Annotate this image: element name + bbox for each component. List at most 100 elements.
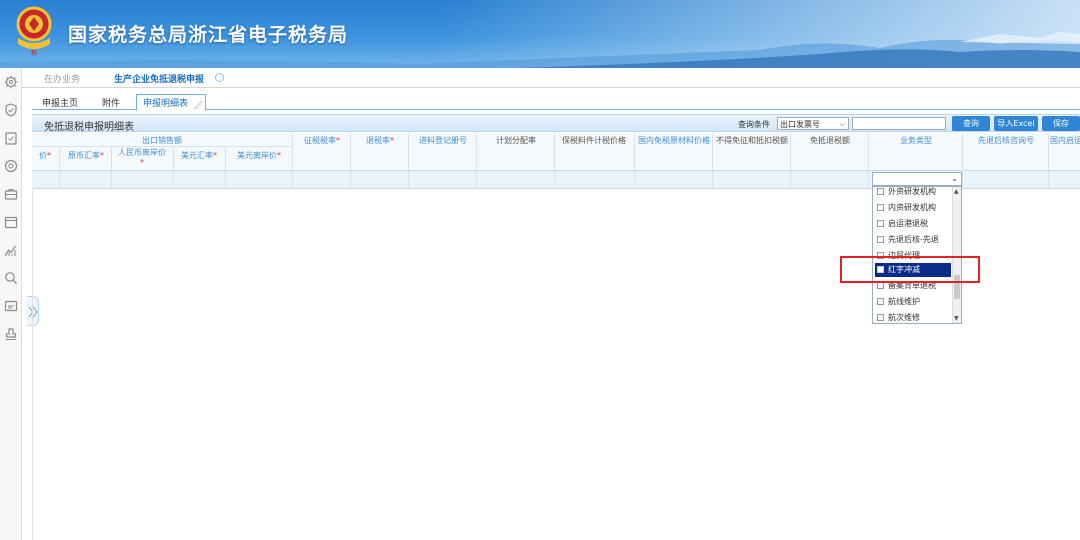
- cell-divider: [408, 171, 409, 189]
- highlight-box: [840, 256, 980, 283]
- col-domestic-material: 国内免税原材料价格: [638, 136, 710, 145]
- content-divider: [32, 190, 33, 540]
- dropdown-scrollbar[interactable]: ▲ ▼: [952, 187, 961, 323]
- cell-divider: [1048, 171, 1049, 189]
- tab-close-icon[interactable]: [215, 73, 224, 82]
- double-chevron-right-icon: [28, 306, 38, 318]
- col-bonded-price: 保税料件计税价格: [562, 136, 626, 145]
- cell-divider: [59, 171, 60, 189]
- cell-divider: [173, 171, 174, 189]
- import-excel-button[interactable]: 导入Excel: [994, 116, 1038, 131]
- col-price: 价*: [39, 151, 51, 160]
- col-usd-price: 美元离岸价*: [237, 151, 281, 160]
- checkbox-icon[interactable]: [877, 298, 884, 305]
- cell-divider: [790, 171, 791, 189]
- list-item[interactable]: 航次维修: [877, 311, 949, 325]
- cell-divider: [350, 171, 351, 189]
- col-no-credit: 不得免征和抵扣税额: [716, 136, 788, 145]
- col-divider: [225, 146, 226, 171]
- panel-title: 免抵退税申报明细表: [44, 122, 134, 133]
- col-divider: [350, 133, 351, 171]
- sidebar-expand-handle[interactable]: [27, 296, 39, 326]
- query-condition-value: 出口发票号: [780, 120, 820, 129]
- biz-type-select[interactable]: ⌄: [872, 172, 962, 186]
- chevron-down-icon: ⌵: [839, 120, 845, 128]
- resize-icon: [194, 101, 202, 109]
- stamp-icon[interactable]: [3, 326, 19, 342]
- header-divider: [32, 146, 292, 147]
- list-item[interactable]: 内资研发机构: [877, 201, 949, 215]
- col-alloc-rate: 计划分配率: [496, 136, 536, 145]
- query-condition-label: 查询条件: [738, 120, 770, 129]
- scroll-up-icon[interactable]: ▲: [954, 188, 959, 195]
- search-icon[interactable]: [3, 270, 19, 286]
- list-item[interactable]: 启运港退税: [877, 217, 949, 231]
- col-divider: [634, 133, 635, 171]
- top-tab-bar: 在办业务 生产企业免抵退税申报: [22, 68, 1080, 88]
- list-item[interactable]: 先退后核-先退: [877, 233, 949, 247]
- inbox-icon[interactable]: [3, 298, 19, 314]
- col-divider: [111, 146, 112, 171]
- tab-export-refund-declaration[interactable]: 生产企业免抵退税申报: [114, 72, 204, 85]
- col-divider: [554, 133, 555, 171]
- tab-pending-business[interactable]: 在办业务: [44, 72, 80, 85]
- chart-icon[interactable]: [3, 242, 19, 258]
- col-material-no: 进料登记册号: [419, 136, 467, 145]
- col-group-export-sales: 出口销售额: [142, 136, 182, 145]
- col-refund-rate: 退税率*: [366, 136, 394, 145]
- cell-divider: [111, 171, 112, 189]
- cell-divider: [225, 171, 226, 189]
- checkbox-icon[interactable]: [877, 204, 884, 211]
- col-usd-rate: 美元汇率*: [181, 151, 217, 160]
- col-divider: [962, 133, 963, 171]
- grid-column-headers: 出口销售额 价* 原币汇率* 人民币离岸价 * 美元汇率* 美元离岸价* 征税税率…: [32, 133, 1080, 171]
- col-divider: [476, 133, 477, 171]
- col-divider: [59, 146, 60, 171]
- tab-attachment[interactable]: 附件: [96, 95, 126, 110]
- calendar-icon[interactable]: [3, 214, 19, 230]
- grid-panel-header: 免抵退税申报明细表 查询条件 出口发票号 ⌵ 查询 导入Excel 保存: [32, 114, 1080, 133]
- query-condition-select[interactable]: 出口发票号 ⌵: [777, 117, 849, 130]
- cell-divider: [868, 171, 869, 189]
- sub-tab-bar: 申报主页 附件 申报明细表: [32, 92, 1080, 111]
- biz-type-dropdown-list: 外资研发机构 内资研发机构 启运港退税 先退后核-先退 边贸代理 红字冲减 备案…: [872, 186, 962, 324]
- checkbox-icon[interactable]: [877, 236, 884, 243]
- checkbox-icon[interactable]: [877, 314, 884, 321]
- cell-divider: [476, 171, 477, 189]
- chevron-down-icon: ⌄: [951, 174, 958, 183]
- checkbox-icon[interactable]: [877, 188, 884, 195]
- col-divider: [868, 133, 869, 171]
- col-domestic-start: 国内启运: [1050, 136, 1080, 145]
- col-divider: [712, 133, 713, 171]
- tab-detail-sheet[interactable]: 申报明细表: [136, 94, 206, 111]
- col-biz-type: 业务类型: [900, 136, 932, 145]
- settings-circle-icon[interactable]: [3, 158, 19, 174]
- query-input[interactable]: [852, 117, 946, 130]
- checkbox-icon[interactable]: [877, 220, 884, 227]
- list-item[interactable]: 航线维护: [877, 295, 949, 309]
- clipboard-check-icon[interactable]: [3, 130, 19, 146]
- cell-divider: [554, 171, 555, 189]
- checkbox-icon[interactable]: [877, 282, 884, 289]
- scroll-down-icon[interactable]: ▼: [954, 315, 959, 322]
- gear-icon[interactable]: [3, 74, 19, 90]
- app-header: 税 国家税务总局浙江省电子税务局: [0, 0, 1080, 68]
- save-button[interactable]: 保存: [1042, 116, 1080, 131]
- cell-divider: [962, 171, 963, 189]
- col-divider: [408, 133, 409, 171]
- col-exempt-refund: 免抵退税额: [810, 136, 850, 145]
- briefcase-icon[interactable]: [3, 186, 19, 202]
- tab-detail-sheet-label: 申报明细表: [143, 99, 189, 109]
- cell-divider: [292, 171, 293, 189]
- col-divider: [173, 146, 174, 171]
- list-item[interactable]: 外资研发机构: [877, 185, 949, 199]
- col-tax-rate: 征税税率*: [304, 136, 340, 145]
- header-title: 国家税务总局浙江省电子税务局: [68, 24, 349, 46]
- col-rmb-price: 人民币离岸价 *: [118, 148, 166, 167]
- shield-check-icon[interactable]: [3, 102, 19, 118]
- query-button[interactable]: 查询: [952, 116, 990, 131]
- cell-divider: [712, 171, 713, 189]
- svg-text:税: 税: [31, 49, 37, 57]
- tab-declaration-home[interactable]: 申报主页: [36, 95, 84, 110]
- tax-emblem-icon: 税: [16, 6, 52, 57]
